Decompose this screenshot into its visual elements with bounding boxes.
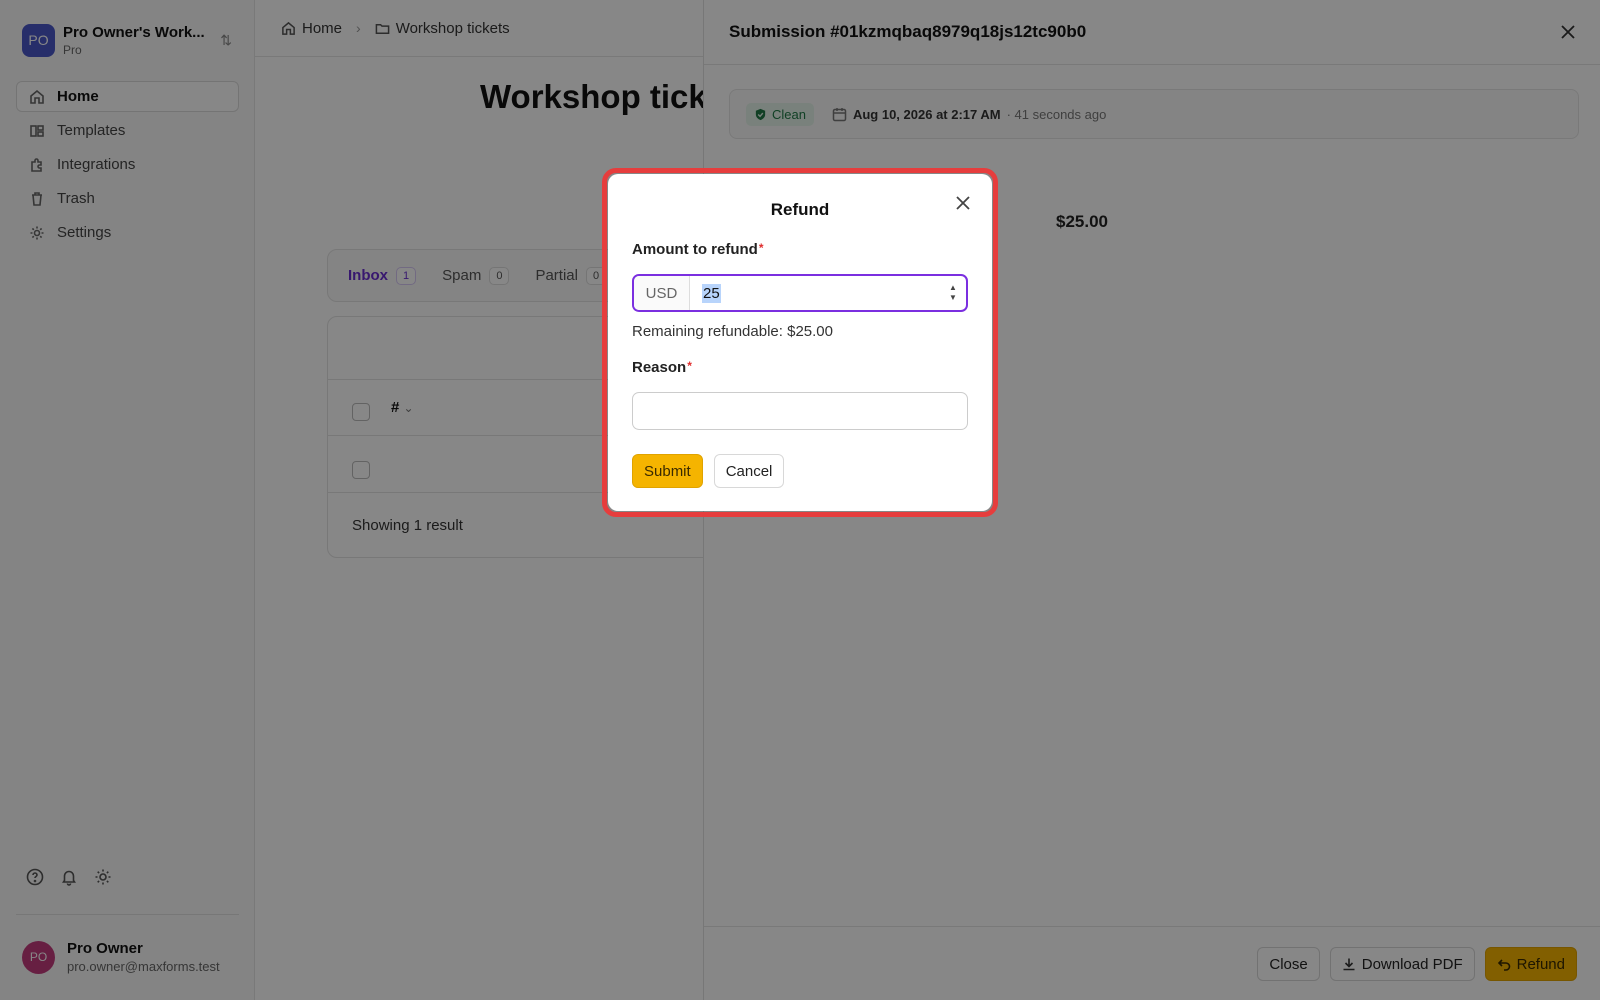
amount-label: Amount to refund*	[632, 241, 763, 258]
label-text: Reason	[632, 359, 687, 376]
amount-stepper[interactable]: ▲ ▼	[940, 276, 966, 310]
close-dialog-button[interactable]	[954, 194, 972, 217]
caret-up-icon[interactable]: ▲	[949, 283, 957, 293]
dialog-title: Refund	[770, 200, 830, 219]
required-marker: *	[687, 359, 692, 373]
cancel-button[interactable]: Cancel	[713, 454, 785, 488]
amount-value: 25	[702, 283, 721, 303]
button-label: Submit	[644, 462, 691, 480]
button-label: Cancel	[725, 462, 773, 480]
amount-input[interactable]: 25	[690, 276, 940, 310]
reason-input[interactable]	[632, 392, 968, 430]
label-text: Amount to refund	[632, 241, 758, 258]
submit-button[interactable]: Submit	[632, 454, 703, 488]
required-marker: *	[758, 241, 764, 255]
caret-down-icon[interactable]: ▼	[949, 293, 957, 303]
refund-dialog: Refund Amount to refund* USD 25 ▲ ▼ Rema…	[608, 174, 992, 511]
dialog-actions: Submit Cancel	[632, 454, 785, 488]
currency-prefix: USD	[634, 276, 690, 310]
reason-label: Reason*	[632, 359, 692, 376]
close-icon	[956, 196, 970, 210]
amount-field[interactable]: USD 25 ▲ ▼	[632, 274, 968, 312]
remaining-refundable: Remaining refundable: $25.00	[632, 323, 833, 340]
